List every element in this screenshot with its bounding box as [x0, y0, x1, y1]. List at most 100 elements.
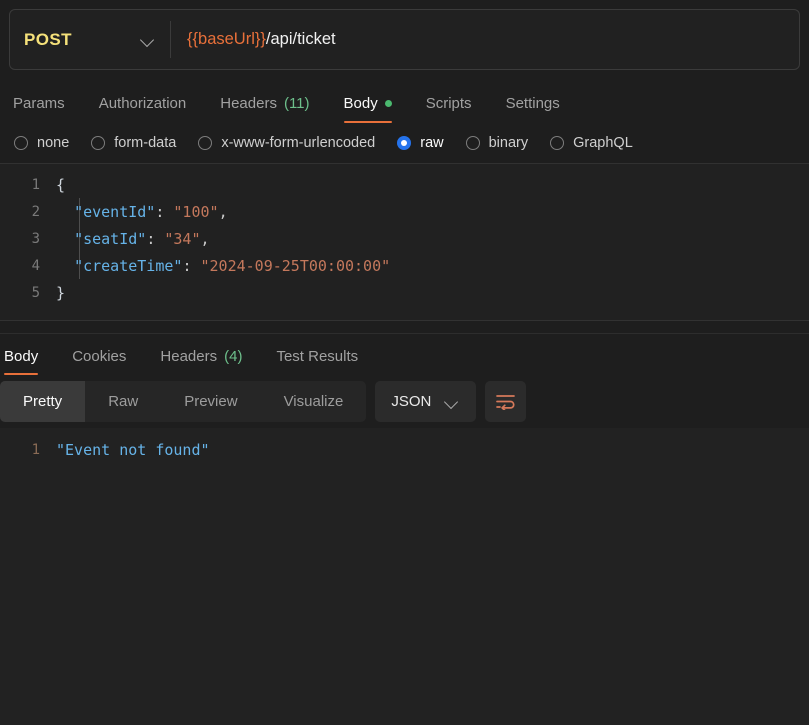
response-value: "Event not found"	[56, 441, 210, 459]
radio-binary-circle-icon	[466, 136, 480, 150]
response-format-label: JSON	[391, 393, 431, 410]
json-key: "createTime"	[74, 257, 182, 275]
code-line: 1 {	[0, 171, 809, 198]
tab-body-label: Body	[344, 95, 378, 112]
radio-x-www-form-urlencoded[interactable]: x-www-form-urlencoded	[198, 135, 375, 151]
view-mode-raw-label: Raw	[108, 393, 138, 410]
wrap-lines-icon	[495, 393, 516, 410]
tab-headers-label: Headers	[220, 95, 277, 112]
radio-none[interactable]: none	[14, 135, 69, 151]
line-number: 4	[0, 258, 56, 274]
response-tab-body-label: Body	[4, 348, 38, 365]
http-method-label: POST	[24, 30, 140, 50]
response-tab-headers-label: Headers	[160, 348, 217, 365]
response-tab-headers[interactable]: Headers (4)	[143, 348, 259, 375]
json-colon: :	[155, 203, 173, 221]
json-key: "eventId"	[74, 203, 155, 221]
line-number: 1	[0, 442, 56, 458]
view-mode-preview-label: Preview	[184, 393, 237, 410]
radio-raw-label: raw	[420, 135, 443, 151]
json-colon: :	[182, 257, 200, 275]
response-format-selector[interactable]: JSON	[375, 381, 476, 422]
radio-raw-circle-selected-icon	[397, 136, 411, 150]
json-comma: ,	[201, 230, 210, 248]
json-close-brace: }	[56, 284, 65, 302]
response-view-mode-group: Pretty Raw Preview Visualize	[0, 381, 366, 422]
response-view-controls: Pretty Raw Preview Visualize JSON	[0, 375, 809, 428]
tab-settings-label: Settings	[506, 95, 560, 112]
radio-none-circle-icon	[14, 136, 28, 150]
radio-graphql-label: GraphQL	[573, 135, 633, 151]
response-body-viewer[interactable]: 1 "Event not found"	[0, 428, 809, 725]
radio-none-label: none	[37, 135, 69, 151]
view-mode-visualize[interactable]: Visualize	[261, 381, 367, 422]
url-bar-container: POST {{baseUrl}}/api/ticket	[0, 0, 809, 79]
radio-form-data[interactable]: form-data	[91, 135, 176, 151]
url-input[interactable]: {{baseUrl}}/api/ticket	[171, 10, 799, 69]
url-variable: {{baseUrl}}	[187, 30, 266, 49]
json-value: "100"	[173, 203, 218, 221]
response-tab-test-results-label: Test Results	[276, 348, 358, 365]
radio-raw[interactable]: raw	[397, 135, 443, 151]
tab-params[interactable]: Params	[9, 95, 82, 123]
json-pair: "eventId": "100",	[56, 203, 228, 221]
line-number: 3	[0, 231, 56, 247]
radio-form-data-label: form-data	[114, 135, 176, 151]
json-pair: "seatId": "34",	[56, 230, 210, 248]
pane-splitter[interactable]	[0, 320, 809, 334]
tab-body[interactable]: Body	[327, 95, 409, 123]
tab-headers[interactable]: Headers (11)	[203, 95, 326, 123]
response-tab-headers-count: (4)	[224, 348, 242, 365]
chevron-down-icon	[444, 394, 460, 410]
tab-authorization-label: Authorization	[99, 95, 187, 112]
view-mode-visualize-label: Visualize	[284, 393, 344, 410]
response-tab-body[interactable]: Body	[0, 348, 55, 375]
radio-x-www-form-urlencoded-label: x-www-form-urlencoded	[221, 135, 375, 151]
line-number: 1	[0, 177, 56, 193]
response-tab-test-results[interactable]: Test Results	[259, 348, 375, 375]
request-tab-bar: Params Authorization Headers (11) Body S…	[0, 79, 809, 123]
wrap-lines-button[interactable]	[485, 381, 526, 422]
tab-authorization[interactable]: Authorization	[82, 95, 204, 123]
line-number: 2	[0, 204, 56, 220]
response-tab-bar: Body Cookies Headers (4) Test Results	[0, 334, 809, 375]
request-body-editor[interactable]: 1 { 2 "eventId": "100", 3 "seatId": "34"…	[0, 164, 809, 320]
code-line: 1 "Event not found"	[0, 436, 809, 463]
radio-graphql-circle-icon	[550, 136, 564, 150]
tab-scripts[interactable]: Scripts	[409, 95, 489, 123]
view-mode-preview[interactable]: Preview	[161, 381, 260, 422]
radio-binary[interactable]: binary	[466, 135, 529, 151]
chevron-down-icon	[140, 32, 156, 48]
response-tab-cookies[interactable]: Cookies	[55, 348, 143, 375]
body-modified-dot-icon	[385, 100, 392, 107]
url-path: /api/ticket	[266, 30, 336, 49]
code-line: 3 "seatId": "34",	[0, 225, 809, 252]
tab-params-label: Params	[13, 95, 65, 112]
view-mode-pretty[interactable]: Pretty	[0, 381, 85, 422]
response-tab-cookies-label: Cookies	[72, 348, 126, 365]
url-bar: POST {{baseUrl}}/api/ticket	[9, 9, 800, 70]
tab-scripts-label: Scripts	[426, 95, 472, 112]
tab-settings[interactable]: Settings	[489, 95, 577, 123]
json-open-brace: {	[56, 176, 65, 194]
radio-binary-label: binary	[489, 135, 529, 151]
json-value: "2024-09-25T00:00:00"	[201, 257, 391, 275]
radio-form-data-circle-icon	[91, 136, 105, 150]
json-pair: "createTime": "2024-09-25T00:00:00"	[56, 257, 390, 275]
tab-headers-count: (11)	[284, 95, 310, 112]
json-comma: ,	[219, 203, 228, 221]
radio-x-www-form-urlencoded-circle-icon	[198, 136, 212, 150]
body-type-radio-group: none form-data x-www-form-urlencoded raw…	[0, 123, 809, 163]
radio-graphql[interactable]: GraphQL	[550, 135, 633, 151]
view-mode-pretty-label: Pretty	[23, 393, 62, 410]
code-line: 5 }	[0, 279, 809, 306]
view-mode-raw[interactable]: Raw	[85, 381, 161, 422]
json-value: "34"	[164, 230, 200, 248]
code-line: 4 "createTime": "2024-09-25T00:00:00"	[0, 252, 809, 279]
http-method-selector[interactable]: POST	[10, 10, 170, 69]
line-number: 5	[0, 285, 56, 301]
code-line: 2 "eventId": "100",	[0, 198, 809, 225]
json-key: "seatId"	[74, 230, 146, 248]
postman-request-response-panel: POST {{baseUrl}}/api/ticket Params Autho…	[0, 0, 809, 725]
json-colon: :	[146, 230, 164, 248]
